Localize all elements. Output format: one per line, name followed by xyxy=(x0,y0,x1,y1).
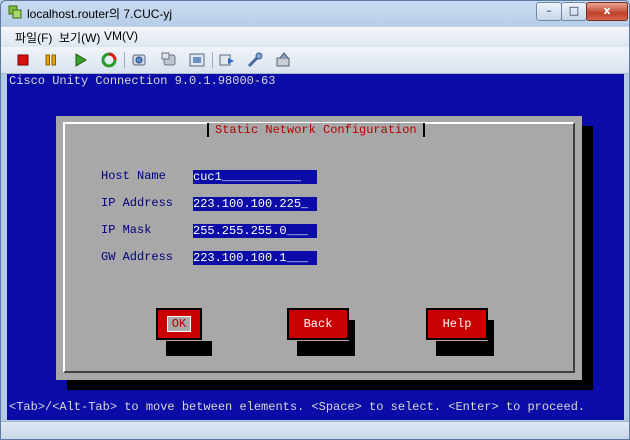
send-icon[interactable] xyxy=(217,50,237,70)
vm-window: localhost.router의 7.CUC-yj – □ x 파일(F) 보… xyxy=(0,0,630,440)
host-name-field[interactable]: cuc1___________ xyxy=(193,170,317,184)
back-button-label: Back xyxy=(303,317,333,331)
toolbar-separator xyxy=(212,52,213,68)
keyboard-hint: <Tab>/<Alt-Tab> to move between elements… xyxy=(9,400,586,414)
settings-icon[interactable] xyxy=(273,50,293,70)
menu-view[interactable]: 보기(W) xyxy=(59,29,100,46)
host-name-label: Host Name xyxy=(101,169,166,183)
snapshot-manager-icon[interactable] xyxy=(187,50,207,70)
back-button[interactable]: Back xyxy=(285,305,349,341)
network-config-dialog: Static Network Configuration Host Name c… xyxy=(56,116,582,380)
gw-address-label: GW Address xyxy=(101,250,174,264)
snapshot-icon[interactable] xyxy=(129,50,149,70)
menu-bar: 파일(F) 보기(W) VM(V) xyxy=(1,26,629,47)
ip-mask-field[interactable]: 255.255.255.0___ xyxy=(193,224,317,238)
revert-snapshot-icon[interactable] xyxy=(159,50,179,70)
help-button[interactable]: Help xyxy=(424,305,488,341)
reset-icon[interactable] xyxy=(99,50,119,70)
ok-button-label: OK xyxy=(166,316,192,332)
close-button[interactable]: x xyxy=(586,2,628,21)
toolbar xyxy=(1,47,629,74)
menu-vm[interactable]: VM(V) xyxy=(104,29,138,43)
maximize-button[interactable]: □ xyxy=(561,2,587,21)
ip-address-label: IP Address xyxy=(101,196,174,210)
window-title: localhost.router의 7.CUC-yj xyxy=(27,7,173,21)
stop-icon[interactable] xyxy=(13,50,33,70)
title-bar[interactable]: localhost.router의 7.CUC-yj – □ x xyxy=(1,1,629,25)
gw-address-field[interactable]: 223.100.100.1___ xyxy=(193,251,317,265)
pause-icon[interactable] xyxy=(41,50,61,70)
ip-address-field[interactable]: 223.100.100.225_ xyxy=(193,197,317,211)
minimize-button[interactable]: – xyxy=(536,2,562,21)
menu-file[interactable]: 파일(F) xyxy=(15,29,52,46)
toolbar-separator xyxy=(124,52,125,68)
ip-mask-label: IP Mask xyxy=(101,223,152,237)
help-button-label: Help xyxy=(442,317,472,331)
vmware-app-icon xyxy=(8,5,22,19)
console-header: Cisco Unity Connection 9.0.1.98000-63 xyxy=(9,74,276,88)
connect-icon[interactable] xyxy=(245,50,265,70)
ok-button[interactable]: OK xyxy=(154,305,212,341)
dialog-title: Static Network Configuration xyxy=(207,123,425,137)
vm-console[interactable]: Cisco Unity Connection 9.0.1.98000-63 St… xyxy=(7,74,624,420)
status-bar xyxy=(1,421,629,439)
play-icon[interactable] xyxy=(71,50,91,70)
